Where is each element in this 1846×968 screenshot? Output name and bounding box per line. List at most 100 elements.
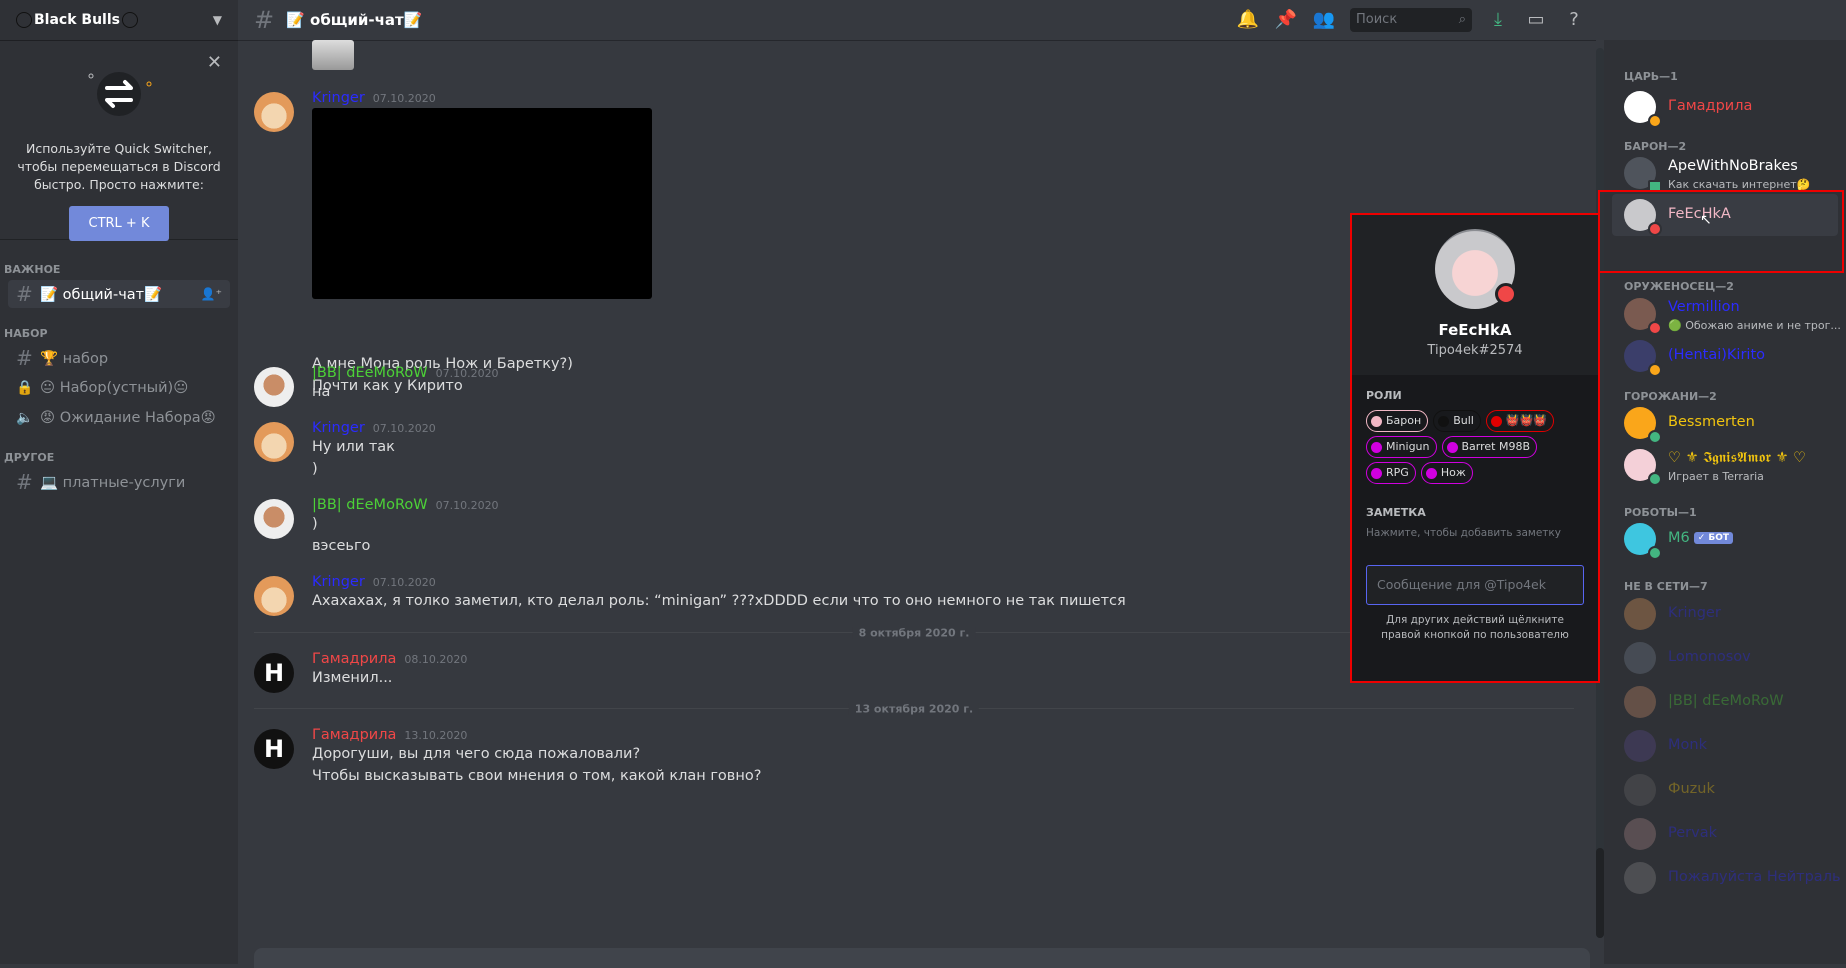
role-badge: Minigun xyxy=(1366,436,1437,458)
member-name: Bessmerten xyxy=(1668,414,1755,430)
members-icon[interactable]: 👥 xyxy=(1312,8,1336,32)
member-item[interactable]: (Hentai)Kirito xyxy=(1612,335,1838,377)
role-color-dot xyxy=(1371,467,1382,479)
highlight-box xyxy=(1598,190,1844,273)
message-time: 07.10.2020 xyxy=(372,92,436,105)
role-badge: Барон xyxy=(1366,410,1429,432)
profile-avatar[interactable] xyxy=(1435,229,1517,309)
role-badge: Bull xyxy=(1433,410,1481,432)
direct-message-input[interactable]: Сообщение для @Tipo4ek xyxy=(1366,565,1584,605)
server-name: Black Bulls xyxy=(34,12,120,28)
status-idle-icon xyxy=(1648,363,1662,377)
close-icon[interactable]: ✕ xyxy=(207,52,222,73)
hashtag-icon: # xyxy=(16,470,33,494)
role-name: Minigun xyxy=(1386,440,1430,453)
category-recruit[interactable]: НАБОР xyxy=(0,326,238,342)
popout-hint: Для других действий щёлкните правой кноп… xyxy=(1381,614,1569,641)
pin-icon[interactable]: 📌 xyxy=(1274,8,1298,32)
avatar[interactable]: H xyxy=(254,729,294,769)
message-author[interactable]: Гамадрила xyxy=(312,651,396,667)
note-field[interactable]: Нажмите, чтобы добавить заметку xyxy=(1366,527,1584,539)
member-name: |BB| dEeMoRoW xyxy=(1668,693,1784,709)
message-author[interactable]: |BB| dEeMoRoW xyxy=(312,365,428,381)
message-author[interactable]: Kringer xyxy=(312,90,365,106)
member-name: Pervak xyxy=(1668,825,1717,841)
help-icon[interactable]: ? xyxy=(1562,8,1586,32)
member-item[interactable]: Vermillion 🟢 Обожаю аниме и не трог... xyxy=(1612,293,1841,335)
avatar[interactable] xyxy=(254,499,294,539)
avatar xyxy=(1624,774,1656,806)
message-text: Дорогуши, вы для чего сюда пожаловали? xyxy=(312,746,641,762)
category-other[interactable]: ДРУГОЕ xyxy=(0,450,238,466)
status-dnd-icon xyxy=(1648,321,1662,335)
message-text: ) xyxy=(312,461,318,477)
avatar[interactable] xyxy=(254,422,294,462)
member-item[interactable]: ♡ ⚜ 𝕴𝖌𝖓𝖎𝖘𝕬𝖒𝖔𝖗 ⚜ ♡ Играет в Terraria xyxy=(1612,444,1838,486)
speaker-icon: 🔈 xyxy=(16,410,34,426)
channel-title: 📝 общий-чат📝 xyxy=(286,11,423,29)
avatar xyxy=(1624,862,1656,894)
avatar[interactable] xyxy=(254,367,294,407)
channel-wait[interactable]: 🔈 😡 Ожидание Набора😡 xyxy=(8,404,230,432)
member-name: Пожалуйста Нейтраль xyxy=(1668,869,1841,885)
message-author[interactable]: Гамадрила xyxy=(312,727,396,743)
avatar[interactable] xyxy=(254,92,294,132)
quick-switcher-button[interactable]: CTRL + K xyxy=(68,206,170,241)
message-text: Чтобы высказывать свои мнения о том, как… xyxy=(312,768,762,784)
member-item[interactable]: Kringer xyxy=(1612,593,1838,635)
message-time: 07.10.2020 xyxy=(372,422,436,435)
member-item[interactable]: Pervak xyxy=(1612,813,1838,855)
hashtag-icon: # xyxy=(16,282,33,306)
member-item[interactable]: Гамадрила xyxy=(1612,86,1838,128)
search-placeholder: Поиск xyxy=(1356,12,1398,27)
avatar[interactable]: H xyxy=(254,653,294,693)
message-text: Изменил... xyxy=(312,670,393,686)
channel-general[interactable]: # 📝 общий-чат📝 👤⁺ xyxy=(8,280,230,308)
message-author[interactable]: |BB| dEeMoRoW xyxy=(312,497,428,513)
role-badge: RPG xyxy=(1366,462,1416,484)
member-item[interactable]: Фuzuk xyxy=(1612,769,1838,811)
invite-icon[interactable]: 👤⁺ xyxy=(201,287,222,301)
channel-sidebar: Black Bulls ▼ ✕ Используйте Quick Switch… xyxy=(0,0,238,964)
member-item[interactable]: Monk xyxy=(1612,725,1838,767)
role-color-dot xyxy=(1371,415,1382,427)
message-author[interactable]: Kringer xyxy=(312,574,365,590)
inbox-icon[interactable]: ▭ xyxy=(1524,8,1548,32)
server-header[interactable]: Black Bulls ▼ xyxy=(0,0,238,40)
avatar xyxy=(1624,730,1656,762)
avatar[interactable] xyxy=(254,576,294,616)
status-dnd-icon xyxy=(1495,283,1517,305)
role-name: RPG xyxy=(1386,466,1409,479)
message-text: Ахахахах, я толко заметил, кто делал рол… xyxy=(312,593,1126,609)
hashtag-icon: # xyxy=(254,6,275,34)
member-item[interactable]: Lomonosov xyxy=(1612,637,1838,679)
member-item[interactable]: Пожалуйста Нейтраль xyxy=(1612,857,1841,899)
bell-icon[interactable]: 🔔 xyxy=(1236,8,1260,32)
search-input[interactable]: Поиск ⌕ xyxy=(1350,8,1472,32)
member-name: Monk xyxy=(1668,737,1707,753)
category-important[interactable]: ВАЖНОЕ xyxy=(0,262,238,278)
member-name: Гамадрила xyxy=(1668,98,1753,114)
channel-wait-label: 😡 Ожидание Набора😡 xyxy=(40,410,216,426)
image-attachment[interactable] xyxy=(312,108,652,299)
chevron-down-icon[interactable]: ▼ xyxy=(213,13,222,27)
member-item[interactable]: M6 ✓ БОТ xyxy=(1612,518,1838,560)
download-icon[interactable]: ⤓ xyxy=(1486,8,1510,32)
channel-paid[interactable]: # 💻 платные-услуги xyxy=(8,468,230,496)
member-list: ЦАРЬ—1 Гамадрила БАРОН—2 ApeWithNoBrakes… xyxy=(1604,40,1846,964)
switcher-text: Используйте Quick Switcher, чтобы переме… xyxy=(17,141,221,192)
member-item[interactable]: ApeWithNoBrakes Как скачать интернет🤔 xyxy=(1612,152,1838,194)
member-item[interactable]: Bessmerten xyxy=(1612,402,1838,444)
member-item[interactable]: |BB| dEeMoRoW xyxy=(1612,681,1838,723)
message-author[interactable]: Kringer xyxy=(312,420,365,436)
member-name: Lomonosov xyxy=(1668,649,1751,665)
channel-recruit[interactable]: # 🏆 набор xyxy=(8,344,230,372)
channel-voice-recruit[interactable]: 🔒 😐 Набор(устный)😐 xyxy=(8,374,230,402)
message-input[interactable] xyxy=(254,948,1590,968)
member-name: ApeWithNoBrakes xyxy=(1668,158,1798,174)
role-badge: Barret M98B xyxy=(1441,436,1538,458)
message-time: 07.10.2020 xyxy=(435,367,499,380)
image-attachment-small[interactable] xyxy=(312,40,354,70)
member-name: Фuzuk xyxy=(1668,781,1715,797)
scrollbar-thumb[interactable] xyxy=(1596,848,1604,938)
